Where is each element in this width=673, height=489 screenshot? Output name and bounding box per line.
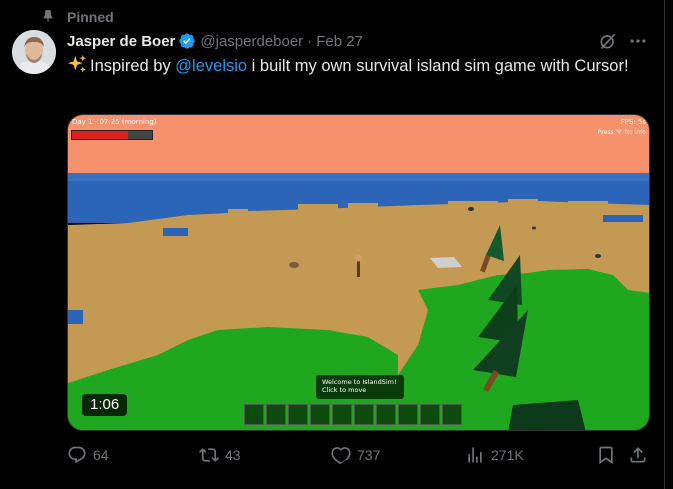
hotbar-slot[interactable]: [310, 404, 330, 425]
author-handle[interactable]: @jasperdeboer: [200, 33, 303, 50]
hud-fps-label: FPS: 5s: [620, 118, 646, 126]
tweet-header: Jasper de Boer @jasperdeboer · Feb 27: [67, 31, 363, 51]
tweet-text-before: Inspired by: [90, 57, 176, 75]
hud-health-bar: [71, 130, 153, 140]
welcome-line-1: Welcome to IslandSim!: [322, 378, 397, 386]
hotbar-slot[interactable]: [288, 404, 308, 425]
hotbar-slot[interactable]: [442, 404, 462, 425]
like-button[interactable]: 737: [331, 443, 380, 467]
hotbar-slot[interactable]: [398, 404, 418, 425]
bookmark-button[interactable]: [596, 443, 616, 467]
column-border: [664, 0, 665, 489]
sparkles-icon: [67, 54, 87, 74]
verified-badge-icon: [178, 32, 196, 50]
mention-link[interactable]: @levelsio: [175, 57, 247, 75]
welcome-line-2: Click to move: [322, 386, 367, 394]
views-button[interactable]: 271K: [465, 443, 524, 467]
grok-icon[interactable]: [598, 31, 618, 51]
hotbar-slot[interactable]: [354, 404, 374, 425]
hud-day-label: Day 1 - 07:25 (morning): [72, 118, 157, 126]
views-icon: [468, 447, 482, 463]
video-player[interactable]: Day 1 - 07:25 (morning) FPS: 5s Press "i…: [67, 114, 650, 431]
tweet-date[interactable]: Feb 27: [316, 33, 363, 50]
hotbar-slot[interactable]: [332, 404, 352, 425]
like-count: 737: [357, 447, 381, 463]
pinned-label: Pinned: [67, 9, 114, 25]
bookmark-icon: [599, 446, 613, 465]
author-name[interactable]: Jasper de Boer: [67, 33, 175, 50]
pinned-indicator: Pinned: [41, 8, 114, 26]
reply-count: 64: [93, 447, 109, 463]
video-duration: 1:06: [82, 394, 128, 416]
reply-icon: [68, 446, 86, 464]
hotbar-slot[interactable]: [266, 404, 286, 425]
hotbar-slot[interactable]: [376, 404, 396, 425]
share-icon: [630, 447, 646, 463]
hotbar-slot[interactable]: [420, 404, 440, 425]
repost-icon: [199, 448, 219, 462]
views-count: 271K: [491, 447, 524, 463]
repost-count: 43: [225, 447, 241, 463]
hud-press-hint: Press "i" for info: [597, 129, 646, 136]
tweet-text-after: i built my own survival island sim game …: [247, 57, 629, 75]
pin-icon: [41, 9, 55, 26]
tweet-text: Inspired by @levelsio i built my own sur…: [67, 54, 647, 78]
separator-dot: ·: [307, 32, 313, 50]
reply-button[interactable]: 64: [67, 443, 109, 467]
repost-button[interactable]: 43: [199, 443, 241, 467]
inventory-hotbar: [244, 404, 462, 425]
avatar[interactable]: [12, 30, 56, 74]
hotbar-slot[interactable]: [244, 404, 264, 425]
more-options-icon[interactable]: [628, 31, 648, 51]
hud-health-fill: [72, 131, 128, 139]
tweet-actions: 64 43 737 271K: [67, 443, 650, 467]
welcome-message: Welcome to IslandSim! Click to move: [316, 375, 404, 399]
share-button[interactable]: [628, 443, 648, 467]
heart-icon: [331, 447, 351, 465]
